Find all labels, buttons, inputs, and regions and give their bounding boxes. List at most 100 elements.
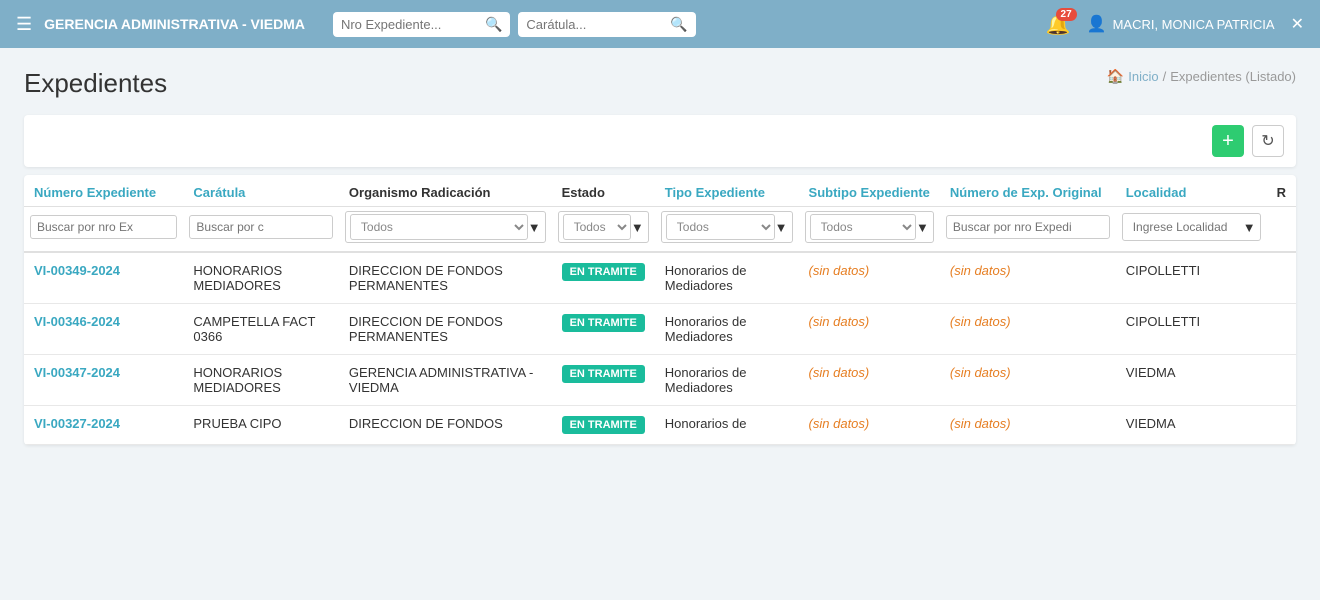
cell-organismo: DIRECCION DE FONDOS PERMANENTES <box>339 304 552 355</box>
cell-r <box>1267 355 1296 406</box>
table-row: VI-00327-2024 PRUEBA CIPO DIRECCION DE F… <box>24 406 1296 445</box>
filter-organismo-cell: Todos ▼ <box>339 207 552 253</box>
breadcrumb-home-link[interactable]: Inicio <box>1128 69 1158 84</box>
cell-num-expediente: VI-00347-2024 <box>24 355 183 406</box>
col-header-caratula: Carátula <box>183 175 339 207</box>
expediente-search-input[interactable] <box>341 17 481 32</box>
cell-estado: EN TRAMITE <box>552 304 655 355</box>
breadcrumb-separator: / <box>1163 69 1167 84</box>
app-header: ☰ GERENCIA ADMINISTRATIVA - VIEDMA 🔍 🔍 🔔… <box>0 0 1320 48</box>
expediente-link[interactable]: VI-00349-2024 <box>34 263 120 278</box>
chevron-down-icon: ▼ <box>528 220 541 235</box>
status-badge: EN TRAMITE <box>562 416 645 434</box>
cell-localidad: CIPOLLETTI <box>1116 252 1267 304</box>
filter-subtipo-cell: Todos ▼ <box>799 207 940 253</box>
filter-caratula-cell <box>183 207 339 253</box>
expedientes-table: Número Expediente Carátula Organismo Rad… <box>24 175 1296 445</box>
toolbar: + ↻ <box>24 115 1296 167</box>
cell-caratula: CAMPETELLA FACT 0366 <box>183 304 339 355</box>
chevron-down-icon-tipo: ▼ <box>775 220 788 235</box>
menu-icon[interactable]: ☰ <box>16 14 32 35</box>
filter-num-exp-original[interactable] <box>946 215 1110 239</box>
filter-num-exp-original-cell <box>940 207 1116 253</box>
status-badge: EN TRAMITE <box>562 365 645 383</box>
caratula-search-box: 🔍 <box>518 12 695 37</box>
table-filter-row: Todos ▼ Todos ▼ <box>24 207 1296 253</box>
filter-subtipo-select[interactable]: Todos <box>810 214 916 240</box>
table-header-row: Número Expediente Carátula Organismo Rad… <box>24 175 1296 207</box>
notification-badge: 27 <box>1056 8 1077 21</box>
status-badge: EN TRAMITE <box>562 314 645 332</box>
cell-localidad: VIEDMA <box>1116 406 1267 445</box>
cell-tipo: Honorarios de <box>655 406 799 445</box>
col-header-num-expediente: Número Expediente <box>24 175 183 207</box>
col-header-organismo: Organismo Radicación <box>339 175 552 207</box>
header-right: 🔔 27 👤 MACRI, MONICA PATRICIA ✕ <box>1046 12 1304 37</box>
cell-caratula: HONORARIOS MEDIADORES <box>183 252 339 304</box>
col-header-subtipo: Subtipo Expediente <box>799 175 940 207</box>
filter-caratula[interactable] <box>189 215 333 239</box>
expediente-link[interactable]: VI-00346-2024 <box>34 314 120 329</box>
cell-num-expediente: VI-00327-2024 <box>24 406 183 445</box>
filter-tipo-select[interactable]: Todos <box>666 214 775 240</box>
cell-num-exp-original: (sin datos) <box>940 355 1116 406</box>
notification-bell[interactable]: 🔔 27 <box>1046 12 1071 37</box>
col-header-estado: Estado <box>552 175 655 207</box>
caratula-search-input[interactable] <box>526 17 666 32</box>
cell-organismo: DIRECCION DE FONDOS <box>339 406 552 445</box>
cell-num-expediente: VI-00349-2024 <box>24 252 183 304</box>
user-menu[interactable]: 👤 MACRI, MONICA PATRICIA <box>1087 14 1275 34</box>
filter-num-expediente[interactable] <box>30 215 177 239</box>
expediente-search-icon[interactable]: 🔍 <box>485 16 502 33</box>
col-header-r: R <box>1267 175 1296 207</box>
table-row: VI-00349-2024 HONORARIOS MEDIADORES DIRE… <box>24 252 1296 304</box>
filter-estado-cell: Todos ▼ <box>552 207 655 253</box>
cell-estado: EN TRAMITE <box>552 355 655 406</box>
table-body: VI-00349-2024 HONORARIOS MEDIADORES DIRE… <box>24 252 1296 445</box>
user-name: MACRI, MONICA PATRICIA <box>1113 17 1275 32</box>
expand-icon[interactable]: ✕ <box>1291 14 1304 34</box>
expediente-search-box: 🔍 <box>333 12 510 37</box>
user-icon: 👤 <box>1087 14 1107 34</box>
filter-localidad-input[interactable] <box>1127 216 1243 238</box>
filter-tipo-cell: Todos ▼ <box>655 207 799 253</box>
chevron-down-icon-subtipo: ▼ <box>916 220 929 235</box>
cell-localidad: CIPOLLETTI <box>1116 304 1267 355</box>
cell-tipo: Honorarios de Mediadores <box>655 355 799 406</box>
col-header-tipo: Tipo Expediente <box>655 175 799 207</box>
page-header: Expedientes 🏠 Inicio / Expedientes (List… <box>24 68 1296 99</box>
add-button[interactable]: + <box>1212 125 1244 157</box>
col-header-num-exp-original: Número de Exp. Original <box>940 175 1116 207</box>
expediente-link[interactable]: VI-00347-2024 <box>34 365 120 380</box>
filter-organismo-select[interactable]: Todos <box>350 214 528 240</box>
home-icon: 🏠 <box>1107 68 1124 85</box>
cell-num-exp-original: (sin datos) <box>940 304 1116 355</box>
caratula-search-icon[interactable]: 🔍 <box>670 16 687 33</box>
cell-num-expediente: VI-00346-2024 <box>24 304 183 355</box>
expediente-link[interactable]: VI-00327-2024 <box>34 416 120 431</box>
refresh-button[interactable]: ↻ <box>1252 125 1284 157</box>
cell-num-exp-original: (sin datos) <box>940 252 1116 304</box>
cell-organismo: GERENCIA ADMINISTRATIVA - VIEDMA <box>339 355 552 406</box>
chevron-down-icon-localidad: ▼ <box>1243 220 1256 235</box>
breadcrumb-current: Expedientes (Listado) <box>1170 69 1296 84</box>
expedientes-table-container: Número Expediente Carátula Organismo Rad… <box>24 175 1296 445</box>
cell-r <box>1267 252 1296 304</box>
cell-r <box>1267 304 1296 355</box>
filter-r-cell <box>1267 207 1296 253</box>
filter-localidad-cell: ▼ <box>1116 207 1267 253</box>
page-content: Expedientes 🏠 Inicio / Expedientes (List… <box>0 48 1320 465</box>
status-badge: EN TRAMITE <box>562 263 645 281</box>
table-row: VI-00347-2024 HONORARIOS MEDIADORES GERE… <box>24 355 1296 406</box>
filter-num-expediente-cell <box>24 207 183 253</box>
cell-subtipo: (sin datos) <box>799 252 940 304</box>
page-title: Expedientes <box>24 68 167 99</box>
chevron-down-icon-estado: ▼ <box>631 220 644 235</box>
cell-estado: EN TRAMITE <box>552 406 655 445</box>
filter-subtipo-wrap: Todos ▼ <box>805 211 934 243</box>
cell-r <box>1267 406 1296 445</box>
cell-tipo: Honorarios de Mediadores <box>655 304 799 355</box>
filter-estado-select[interactable]: Todos <box>563 214 631 240</box>
cell-tipo: Honorarios de Mediadores <box>655 252 799 304</box>
cell-subtipo: (sin datos) <box>799 406 940 445</box>
